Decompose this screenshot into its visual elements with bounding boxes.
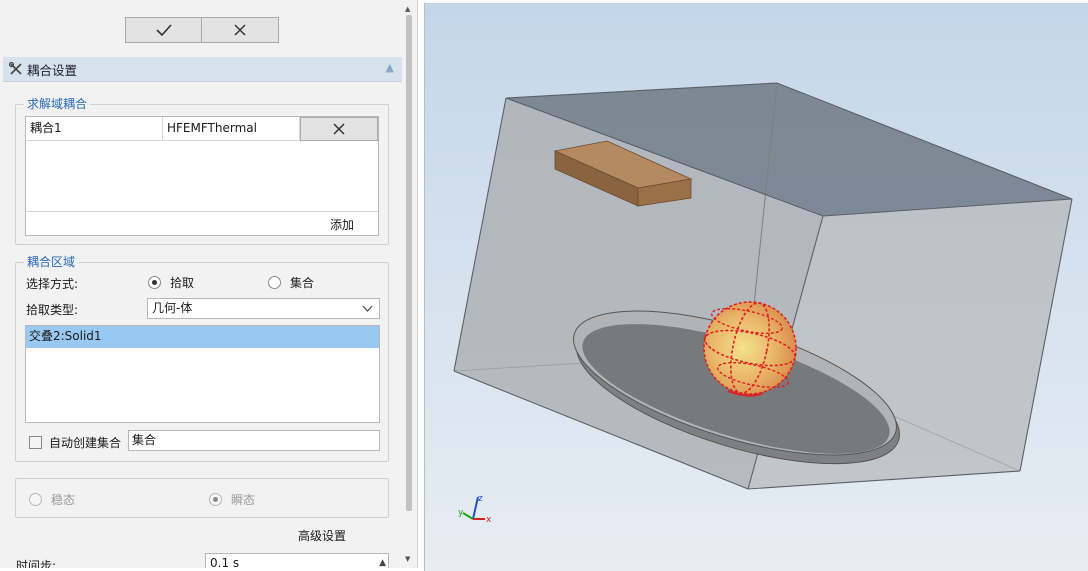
scroll-up-icon[interactable]: ▲ xyxy=(405,5,410,13)
pick-type-value: 几何-体 xyxy=(152,301,193,315)
radio-transient-dot[interactable] xyxy=(209,493,222,506)
scene-svg: z x y xyxy=(453,82,1073,525)
coupling-table: 耦合1 HFEMFThermal 添加 xyxy=(25,116,379,236)
set-name-input[interactable]: 集合 xyxy=(128,430,380,451)
checkmark-icon xyxy=(155,24,172,36)
time-step-label: 时间步: xyxy=(16,559,57,568)
coupling-region-legend: 耦合区域 xyxy=(24,255,79,269)
property-panel: 耦合设置 ▲ 求解域耦合 耦合1 HFEMFThermal 添加 耦合区域 选择… xyxy=(0,0,418,568)
time-step-input[interactable]: 0.1 s ▲ xyxy=(205,553,389,568)
vertical-scrollbar[interactable]: ▲ ▼ xyxy=(403,5,415,563)
dialog-buttons xyxy=(125,17,279,43)
radio-steady[interactable]: 稳态 xyxy=(29,491,75,508)
radio-steady-label: 稳态 xyxy=(51,493,76,507)
cancel-button[interactable] xyxy=(202,17,279,43)
chevron-down-icon xyxy=(362,299,373,324)
radio-transient[interactable]: 瞬态 xyxy=(209,491,255,508)
select-mode-label: 选择方式: xyxy=(26,277,79,291)
picked-entities-list[interactable]: 交叠2:Solid1 xyxy=(25,325,380,423)
radio-pick-label: 拾取 xyxy=(170,276,195,290)
close-icon xyxy=(234,24,246,36)
scrollbar-thumb[interactable] xyxy=(406,15,412,511)
section-title: 耦合设置 xyxy=(27,62,78,78)
axis-triad: z x y xyxy=(458,494,492,525)
radio-set-label: 集合 xyxy=(290,276,315,290)
auto-create-set-checkbox[interactable]: 自动创建集合 xyxy=(29,434,121,451)
list-item[interactable]: 交叠2:Solid1 xyxy=(26,326,379,348)
coupling-settings-header[interactable]: 耦合设置 ▲ xyxy=(3,57,402,82)
solve-coupling-legend: 求解域耦合 xyxy=(24,97,91,111)
spin-up-icon[interactable]: ▲ xyxy=(379,554,386,568)
coupling-region-group: 耦合区域 选择方式: 拾取 集合 拾取类型: 几何-体 交叠2:Solid1 自… xyxy=(15,255,389,462)
add-coupling-button[interactable]: 添加 xyxy=(330,216,354,233)
pick-type-label: 拾取类型: xyxy=(26,303,79,317)
auto-create-set-label: 自动创建集合 xyxy=(49,436,122,450)
radio-pick-dot[interactable] xyxy=(148,276,161,289)
analysis-mode-group: 稳态 瞬态 xyxy=(15,478,389,518)
pick-type-select[interactable]: 几何-体 xyxy=(147,298,380,319)
table-footer: 添加 xyxy=(26,211,378,235)
radio-steady-dot[interactable] xyxy=(29,493,42,506)
confirm-button[interactable] xyxy=(125,17,202,43)
wrench-icon xyxy=(8,61,24,77)
axis-y-label: y xyxy=(458,508,464,518)
chevron-up-icon[interactable]: ▲ xyxy=(386,61,394,74)
coupling-name-cell[interactable]: 耦合1 xyxy=(26,117,163,141)
time-step-value: 0.1 s xyxy=(210,556,240,568)
radio-set[interactable]: 集合 xyxy=(268,274,314,291)
close-icon xyxy=(333,123,345,135)
axis-x-label: x xyxy=(486,515,492,525)
advanced-settings-button[interactable]: 高级设置 xyxy=(298,527,346,544)
scroll-down-icon[interactable]: ▼ xyxy=(405,555,410,563)
radio-pick[interactable]: 拾取 xyxy=(148,274,194,291)
table-row[interactable]: 耦合1 HFEMFThermal xyxy=(26,117,378,141)
coupling-type-cell[interactable]: HFEMFThermal xyxy=(163,117,300,141)
axis-z-label: z xyxy=(478,494,483,504)
3d-viewport[interactable]: z x y xyxy=(424,3,1088,571)
checkbox-box[interactable] xyxy=(29,436,42,449)
radio-transient-label: 瞬态 xyxy=(231,493,256,507)
delete-coupling-button[interactable] xyxy=(300,117,378,141)
radio-set-dot[interactable] xyxy=(268,276,281,289)
solve-coupling-group: 求解域耦合 耦合1 HFEMFThermal 添加 xyxy=(15,97,389,245)
